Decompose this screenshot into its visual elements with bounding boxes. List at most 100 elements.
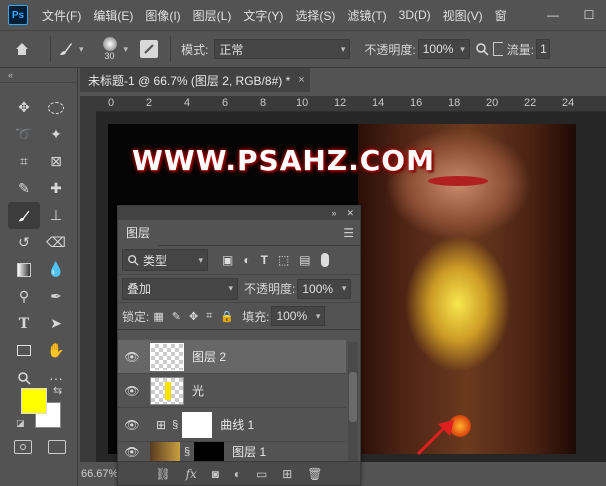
link-layers-icon[interactable]: ⛓ [155,467,170,481]
layer-style-icon[interactable]: fx [186,467,197,481]
lasso-tool-icon[interactable]: ➰ [8,121,40,148]
layer-row[interactable]: 👁 ⊞ § 曲线 1 [118,408,346,442]
chain-link-icon[interactable]: § [172,419,178,431]
minimize-button[interactable]: — [536,0,570,30]
type-tool-icon[interactable]: T [8,310,40,337]
document-tab[interactable]: 未标题-1 @ 66.7% (图层 2, RGB/8#) * × [80,68,310,92]
menu-3d[interactable]: 3D(D) [393,8,437,22]
new-layer-icon[interactable]: ⊞ [282,467,292,481]
airbrush-icon[interactable] [492,42,503,56]
blur-tool-icon[interactable]: 💧 [40,256,72,283]
visibility-eye-icon[interactable]: 👁 [118,418,146,432]
clone-stamp-tool-icon[interactable]: ⊥ [40,202,72,229]
marquee-tool-icon[interactable] [40,94,72,121]
layers-scrollbar[interactable] [348,342,358,462]
gradient-tool-icon[interactable] [8,256,40,283]
menu-edit[interactable]: 编辑(E) [87,7,139,24]
panel-menu-icon[interactable]: ☰ [343,226,354,240]
foreground-color-swatch[interactable] [21,388,47,414]
filter-pixel-icon[interactable]: ▣ [222,253,233,267]
path-selection-tool-icon[interactable]: ➤ [40,310,72,337]
vertical-ruler[interactable] [80,112,96,462]
close-icon[interactable]: × [298,74,304,86]
quick-mask-icon[interactable] [14,440,32,454]
menu-image[interactable]: 图像(I) [139,7,186,24]
tab-layers[interactable]: 图层 [118,219,159,246]
crop-tool-icon[interactable]: ⌗ [8,148,40,175]
collapse-panel-icon[interactable]: » [331,208,336,218]
brush-tool-icon[interactable] [8,202,40,229]
layer-opacity-input[interactable]: 100% ▾ [297,278,352,299]
filter-type-icon[interactable]: T [261,253,268,267]
pen-tool-icon[interactable]: ✒ [40,283,72,310]
eyedropper-tool-icon[interactable]: ✎ [8,175,40,202]
filter-smart-object-icon[interactable]: ▤ [299,253,310,267]
divider [50,36,51,62]
filter-adjustment-icon[interactable]: ◐ [243,253,250,267]
layer-row[interactable]: 👁 图层 2 [118,340,346,374]
zoom-status[interactable]: 66.67% [78,462,118,486]
mode-select[interactable]: 正常 ▾ [214,39,351,59]
menu-window[interactable]: 窗 [489,7,513,24]
brush-size-picker[interactable]: 30 [98,37,122,61]
chevron-down-icon[interactable]: ▾ [124,44,129,55]
menu-file[interactable]: 文件(F) [36,7,87,24]
new-adjustment-icon[interactable]: ◐ [234,467,241,481]
brush-size-value: 30 [104,51,115,61]
hand-tool-icon[interactable]: ✋ [40,337,72,364]
visibility-eye-icon[interactable]: 👁 [118,384,146,398]
menu-layer[interactable]: 图层(L) [187,7,238,24]
delete-layer-icon[interactable]: 🗑 [307,467,322,481]
pressure-opacity-icon[interactable] [475,42,489,56]
default-colors-icon[interactable]: ◪ [16,418,25,429]
layer-mask-thumbnail[interactable] [182,411,213,438]
brush-tool-preset[interactable]: ▾ [57,40,84,58]
lock-position-icon[interactable]: ✥ [189,310,198,323]
visibility-eye-icon[interactable]: 👁 [118,350,146,364]
screen-mode-icon[interactable] [48,440,66,454]
photoshop-logo-icon[interactable]: Ps [8,5,28,25]
lock-pixels-icon[interactable]: ✎ [172,310,181,323]
ruler-origin[interactable] [80,96,96,112]
menu-type[interactable]: 文字(Y) [237,7,289,24]
filter-shape-icon[interactable]: ⬚ [278,253,289,267]
visibility-eye-icon[interactable]: 👁 [118,445,146,459]
collapse-panel-icon[interactable]: « [8,70,13,80]
move-tool-icon[interactable]: ✥ [8,94,40,121]
magic-wand-tool-icon[interactable]: ✦ [40,121,72,148]
frame-tool-icon[interactable]: ⊠ [40,148,72,175]
ruler-tick: 14 [372,97,385,109]
filter-toggle[interactable] [320,253,329,267]
swap-colors-icon[interactable]: ⇆ [53,384,62,397]
menu-select[interactable]: 选择(S) [289,7,341,24]
chain-link-icon[interactable]: § [184,446,190,458]
layer-row[interactable]: 👁 光 [118,374,346,408]
layer-row[interactable]: 👁 § 图层 1 [118,442,346,462]
horizontal-ruler[interactable]: 0 2 4 6 8 10 12 14 16 18 20 22 24 [96,96,606,112]
brush-settings-icon[interactable] [140,40,159,58]
opacity-input[interactable]: 100% ▾ [417,39,470,59]
dodge-tool-icon[interactable]: ⚲ [8,283,40,310]
close-panel-icon[interactable]: ✕ [346,208,354,219]
fill-input[interactable]: 100% ▾ [271,306,326,326]
lock-artboard-icon[interactable]: ⌗ [206,310,212,323]
rectangle-tool-icon[interactable] [8,337,40,364]
eraser-tool-icon[interactable]: ⌫ [40,229,72,256]
blend-mode-select[interactable]: 叠加 ▾ [122,277,238,300]
flow-input[interactable]: 1 [536,39,551,59]
menu-view[interactable]: 视图(V) [437,7,489,24]
healing-brush-tool-icon[interactable]: ✚ [40,175,72,202]
scrollbar-thumb[interactable] [349,372,357,422]
lock-all-icon[interactable]: 🔒 [220,310,234,323]
lock-transparent-icon[interactable]: ▦ [153,310,163,323]
layer-mask-thumbnail[interactable] [194,442,225,461]
history-brush-tool-icon[interactable]: ↺ [8,229,40,256]
maximize-button[interactable]: ☐ [572,0,606,30]
new-group-icon[interactable]: ▭ [256,467,267,481]
ruler-tick: 4 [184,97,191,109]
menu-filter[interactable]: 滤镜(T) [341,7,392,24]
layer-filter-select[interactable]: 类型 ▾ [122,249,208,271]
zoom-tool-icon[interactable] [8,364,40,391]
home-icon[interactable] [0,41,44,57]
add-mask-icon[interactable]: ◙ [212,467,219,481]
